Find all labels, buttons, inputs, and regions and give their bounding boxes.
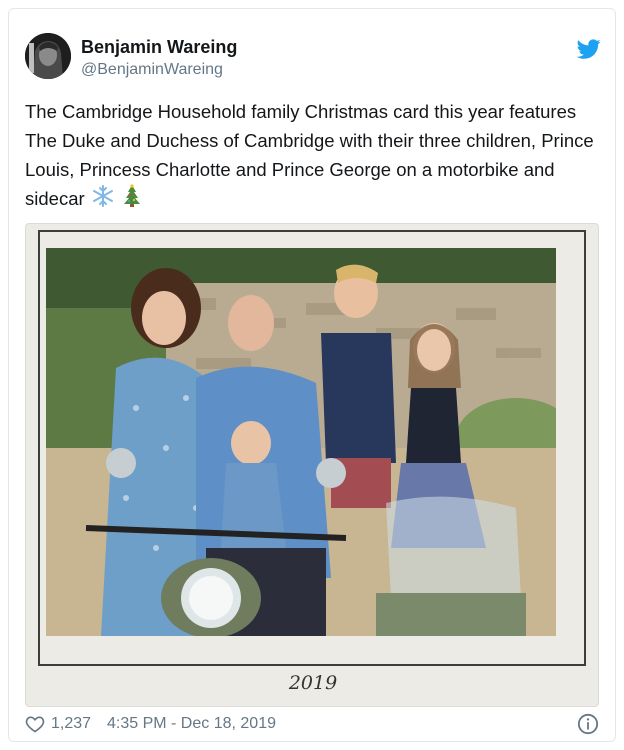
like-count[interactable]: 1,237 (51, 715, 91, 733)
info-icon[interactable] (577, 713, 599, 735)
timestamp[interactable]: 4:35 PM - Dec 18, 2019 (107, 715, 276, 733)
avatar[interactable] (25, 33, 71, 79)
author-handle[interactable]: @BenjaminWareing (81, 61, 223, 79)
christmas-tree-icon (123, 184, 140, 207)
tweet-text: The Cambridge Household family Christmas… (25, 97, 605, 213)
family-photo (46, 248, 556, 636)
author-name[interactable]: Benjamin Wareing (81, 37, 237, 58)
tweet-footer: 1,237 4:35 PM - Dec 18, 2019 (25, 713, 601, 737)
tweet-card[interactable]: Benjamin Wareing @BenjaminWareing The Ca… (8, 8, 616, 742)
snowflake-icon (92, 185, 113, 207)
heart-icon[interactable] (25, 714, 45, 734)
card-year: 2019 (288, 672, 338, 694)
christmas-card-photo[interactable]: 2019 (25, 223, 599, 707)
twitter-bird-icon[interactable] (577, 37, 601, 61)
